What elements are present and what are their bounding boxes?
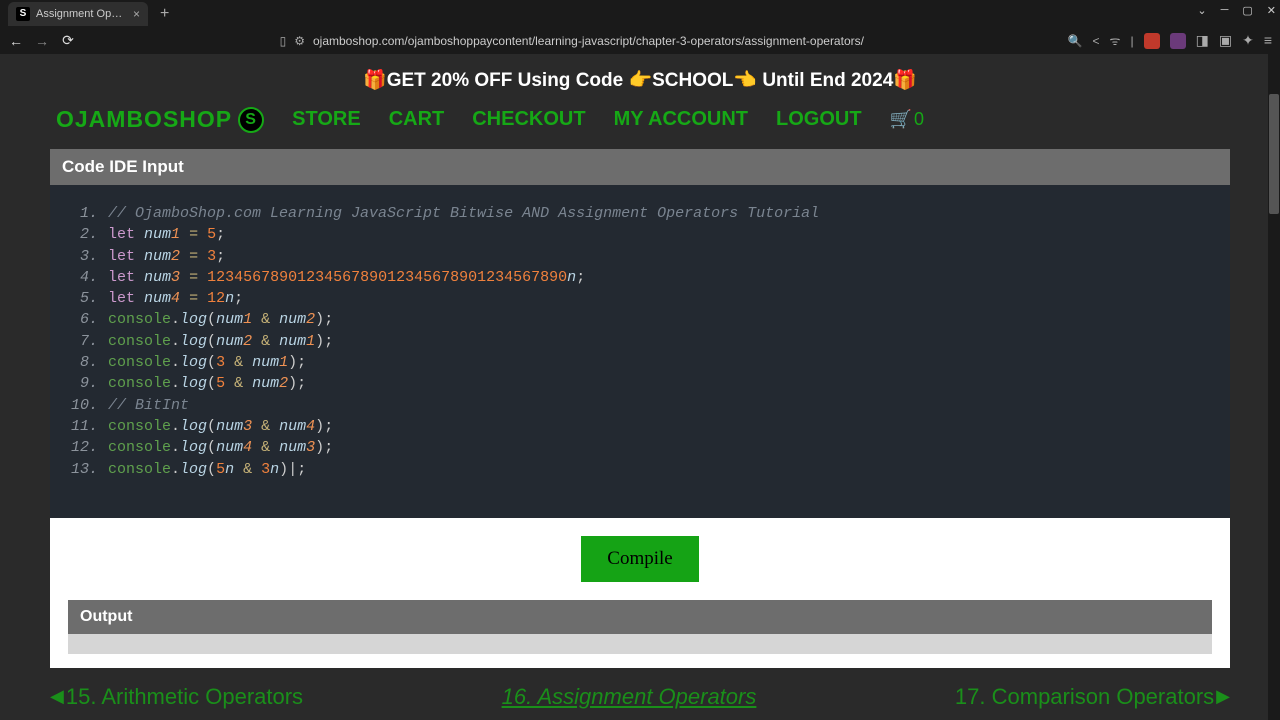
url-text: ojamboshop.com/ojamboshoppaycontent/lear…: [313, 34, 864, 48]
nav-myaccount[interactable]: MY ACCOUNT: [614, 108, 748, 131]
maximize-icon[interactable]: ▢: [1242, 4, 1252, 17]
line-number: 5.: [64, 288, 108, 309]
scrollbar-thumb[interactable]: [1269, 94, 1279, 214]
line-number: 12.: [64, 437, 108, 458]
menu-icon[interactable]: ≡: [1264, 32, 1272, 49]
line-number: 8.: [64, 352, 108, 373]
code-line: 8.console.log(3 & num1);: [64, 352, 1216, 373]
line-number: 3.: [64, 246, 108, 267]
line-number: 11.: [64, 416, 108, 437]
code-line: 5.let num4 = 12n;: [64, 288, 1216, 309]
next-chapter-label: 17. Comparison Operators: [955, 684, 1214, 710]
zoom-icon[interactable]: 🔍: [1068, 34, 1083, 48]
code-line: 3.let num2 = 3;: [64, 246, 1216, 267]
nav-store[interactable]: STORE: [292, 108, 361, 131]
code-text: console.log(num1 & num2);: [108, 309, 333, 330]
line-number: 2.: [64, 224, 108, 245]
code-text: // BitInt: [108, 395, 189, 416]
brand-logo[interactable]: OJAMBOSHOP S: [56, 106, 264, 133]
line-number: 1.: [64, 203, 108, 224]
code-text: console.log(num4 & num3);: [108, 437, 333, 458]
line-number: 10.: [64, 395, 108, 416]
triangle-left-icon: ◀: [50, 686, 64, 707]
close-window-icon[interactable]: ✕: [1267, 4, 1276, 17]
code-line: 7.console.log(num2 & num1);: [64, 331, 1216, 352]
promo-banner: 🎁GET 20% OFF Using Code 👉SCHOOL👈 Until E…: [0, 54, 1280, 100]
extension-icon[interactable]: [1144, 33, 1160, 49]
share-icon[interactable]: <: [1093, 34, 1100, 48]
code-line: 9.console.log(5 & num2);: [64, 373, 1216, 394]
line-number: 6.: [64, 309, 108, 330]
browser-tab[interactable]: S Assignment Operators - O ×: [8, 2, 148, 26]
nav-cart[interactable]: CART: [389, 108, 445, 131]
cart-count: 0: [914, 109, 924, 130]
rss-icon[interactable]: ᯤ: [1110, 32, 1121, 49]
close-tab-icon[interactable]: ×: [133, 7, 140, 21]
current-chapter-link[interactable]: 16. Assignment Operators: [502, 684, 757, 710]
code-line: 12.console.log(num4 & num3);: [64, 437, 1216, 458]
prev-chapter-link[interactable]: ◀ 15. Arithmetic Operators: [50, 684, 303, 710]
code-line: 10.// BitInt: [64, 395, 1216, 416]
code-line: 4.let num3 = 123456789012345678901234567…: [64, 267, 1216, 288]
code-text: let num2 = 3;: [108, 246, 225, 267]
cart-icon: 🛒: [890, 109, 912, 130]
ide-header: Code IDE Input: [50, 149, 1230, 185]
code-line: 6.console.log(num1 & num2);: [64, 309, 1216, 330]
code-text: console.log(num3 & num4);: [108, 416, 333, 437]
scrollbar[interactable]: [1268, 54, 1280, 720]
tab-title: Assignment Operators - O: [36, 8, 127, 20]
code-line: 13.console.log(5n & 3n)|;: [64, 459, 1216, 480]
reload-button[interactable]: ⟳: [60, 32, 76, 49]
output-body: [68, 634, 1212, 654]
cart-button[interactable]: 🛒0: [890, 109, 924, 130]
site-settings-icon[interactable]: ⚙: [294, 34, 305, 48]
code-text: // OjamboShop.com Learning JavaScript Bi…: [108, 203, 819, 224]
chevron-down-icon[interactable]: ⌄: [1197, 4, 1206, 17]
next-chapter-link[interactable]: 17. Comparison Operators ▶: [955, 684, 1230, 710]
code-text: console.log(num2 & num1);: [108, 331, 333, 352]
favicon-icon: S: [16, 7, 30, 21]
extension-icon[interactable]: [1170, 33, 1186, 49]
line-number: 9.: [64, 373, 108, 394]
current-chapter-label: 16. Assignment Operators: [502, 684, 757, 710]
brand-icon: S: [238, 107, 264, 133]
code-line: 1.// OjamboShop.com Learning JavaScript …: [64, 203, 1216, 224]
nav-logout[interactable]: LOGOUT: [776, 108, 862, 131]
code-line: 2.let num1 = 5;: [64, 224, 1216, 245]
bookmark-icon[interactable]: ▯: [280, 34, 287, 48]
line-number: 7.: [64, 331, 108, 352]
forward-button: →: [34, 33, 50, 49]
code-text: console.log(5n & 3n)|;: [108, 459, 306, 480]
new-tab-button[interactable]: +: [160, 5, 169, 23]
code-text: let num3 = 12345678901234567890123456789…: [108, 267, 585, 288]
minimize-icon[interactable]: ─: [1221, 4, 1229, 17]
divider: |: [1131, 34, 1134, 48]
code-text: let num1 = 5;: [108, 224, 225, 245]
brand-text: OJAMBOSHOP: [56, 106, 232, 133]
code-editor[interactable]: 1.// OjamboShop.com Learning JavaScript …: [50, 185, 1230, 518]
prev-chapter-label: 15. Arithmetic Operators: [66, 684, 303, 710]
code-text: console.log(5 & num2);: [108, 373, 306, 394]
back-button[interactable]: ←: [8, 33, 24, 49]
code-line: 11.console.log(num3 & num4);: [64, 416, 1216, 437]
code-text: let num4 = 12n;: [108, 288, 243, 309]
line-number: 4.: [64, 267, 108, 288]
reader-icon[interactable]: ▣: [1219, 32, 1232, 49]
triangle-right-icon: ▶: [1216, 686, 1230, 707]
nav-checkout[interactable]: CHECKOUT: [472, 108, 585, 131]
address-bar[interactable]: ▯ ⚙ ojamboshop.com/ojamboshoppaycontent/…: [86, 34, 1058, 48]
line-number: 13.: [64, 459, 108, 480]
code-text: console.log(3 & num1);: [108, 352, 306, 373]
sidebar-icon[interactable]: ◨: [1196, 32, 1209, 49]
output-header: Output: [68, 600, 1212, 634]
compile-button[interactable]: Compile: [581, 536, 698, 582]
sparkle-icon[interactable]: ✦: [1242, 32, 1254, 49]
